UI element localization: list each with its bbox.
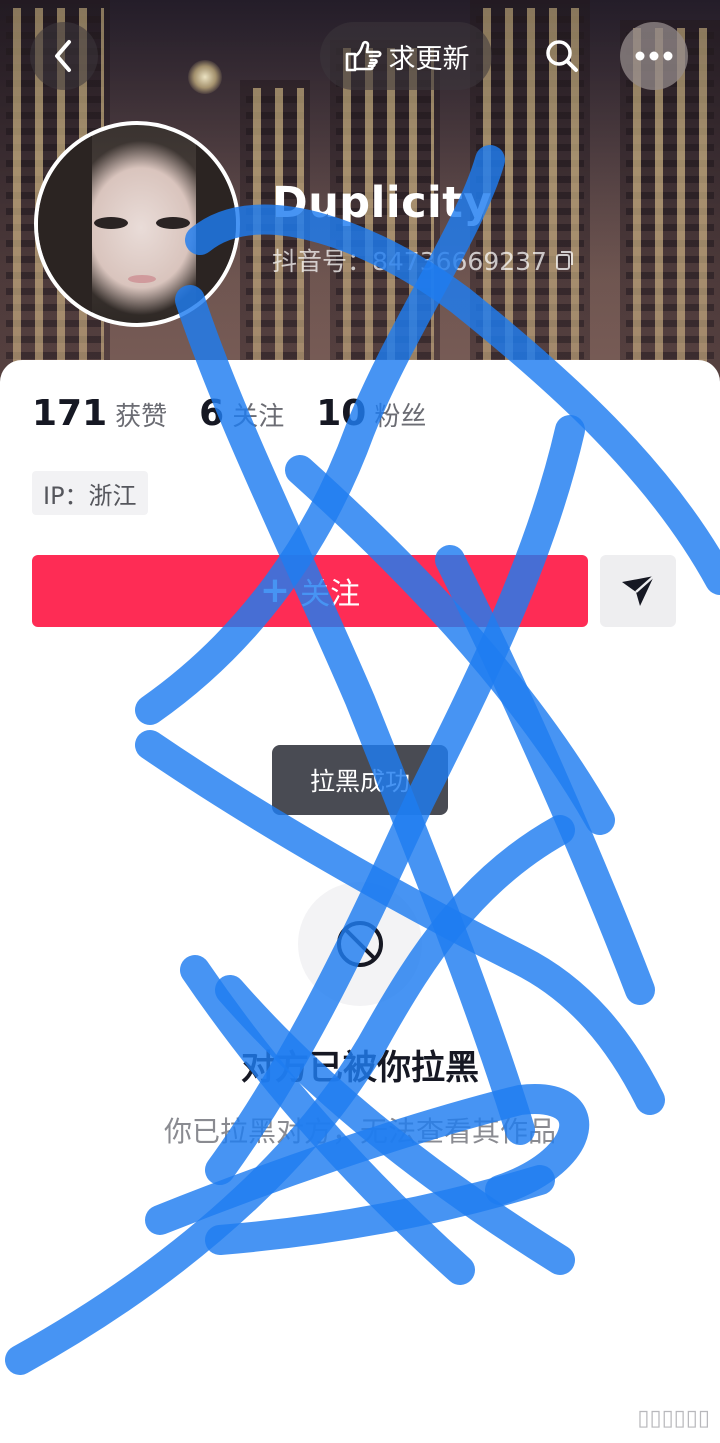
ip-location-tag: IP：浙江: [32, 471, 148, 515]
search-button[interactable]: [528, 22, 596, 90]
douyin-id-row[interactable]: 抖音号：84736669237: [272, 242, 575, 278]
request-update-label: 求更新: [388, 43, 470, 75]
stat-likes-value: 171: [32, 393, 108, 434]
request-update-button[interactable]: 求更新: [320, 22, 492, 90]
blocked-description: 你已拉黑对方，无法查看其作品: [163, 1115, 556, 1148]
more-button[interactable]: [620, 22, 688, 90]
block-icon: [337, 921, 383, 967]
back-button[interactable]: [30, 22, 98, 90]
username: Duplicity: [272, 178, 492, 228]
avatar[interactable]: [34, 121, 240, 327]
copy-icon[interactable]: [555, 249, 575, 271]
pointing-hand-icon: [345, 40, 382, 72]
more-dots-icon: [635, 51, 673, 61]
send-icon: [622, 575, 655, 606]
stat-following-label: 关注: [232, 402, 285, 432]
douyin-id: 抖音号：84736669237: [272, 247, 547, 276]
stat-likes-label: 获赞: [115, 402, 168, 432]
toast-message: 拉黑成功: [272, 745, 448, 815]
stat-followers[interactable]: 10 粉丝: [316, 393, 426, 434]
search-icon: [546, 40, 578, 72]
stat-likes[interactable]: 171 获赞: [32, 393, 167, 434]
stat-followers-value: 10: [316, 393, 367, 434]
stats-row: 171 获赞 6 关注 10 粉丝: [32, 393, 458, 434]
blocked-title: 对方已被你拉黑: [241, 1048, 479, 1088]
message-button[interactable]: [600, 555, 676, 627]
follow-button[interactable]: + 关注: [32, 555, 588, 627]
stat-followers-label: 粉丝: [374, 402, 427, 432]
follow-label: 关注: [300, 577, 361, 612]
chevron-left-icon: [55, 40, 71, 72]
block-icon-wrapper: [298, 882, 422, 1006]
watermark-dots: ▯▯▯▯▯▯: [637, 1406, 710, 1431]
stat-following[interactable]: 6 关注: [199, 393, 284, 434]
plus-icon: +: [259, 570, 291, 611]
stat-following-value: 6: [199, 393, 225, 434]
